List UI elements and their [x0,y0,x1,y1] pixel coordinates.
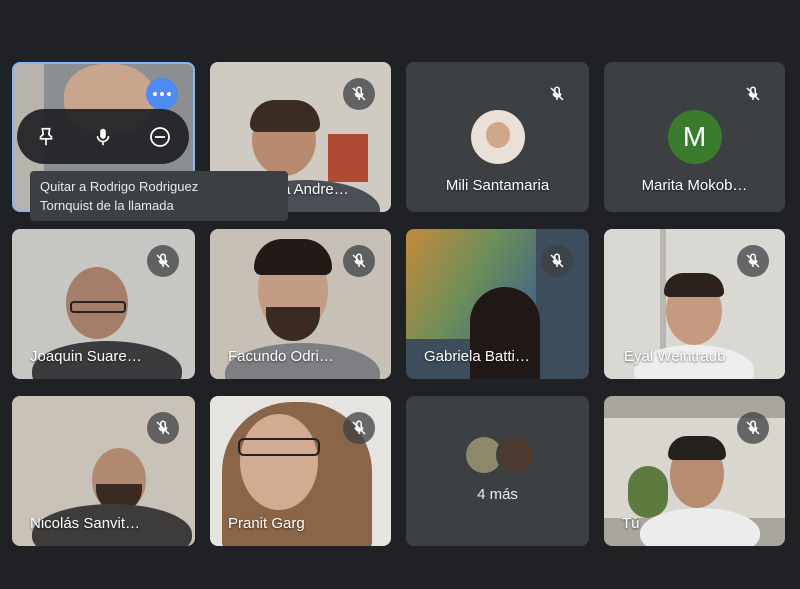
participant-name: Mili Santamaria [445,177,550,194]
mic-off-icon [343,245,375,277]
participant-hair [254,239,332,275]
participant-tile-self[interactable]: Tú [604,396,785,546]
participant-name: Gabriela Batti… [424,348,530,365]
participant-name: a Andre… [282,181,349,198]
participant-name: Nicolás Sanvit… [30,515,141,532]
mic-off-icon [737,245,769,277]
beard [266,307,320,341]
participant-tile-mili[interactable]: Mili Santamaria [406,62,589,212]
tooltip-line: Tornquist de la llamada [40,198,174,213]
participant-tile-facundo[interactable]: Facundo Odri… [210,229,391,379]
participant-tile-gabriela[interactable]: Gabriela Batti… [406,229,589,379]
tile-hover-controls [17,109,189,164]
mic-off-icon [147,245,179,277]
glasses [70,301,126,313]
participant-name: Tú [622,515,640,532]
avatar [470,110,525,164]
participant-tile-marita[interactable]: M Marita Mokob… [604,62,785,212]
mic-off-icon [343,412,375,444]
participant-tile-pranit[interactable]: Pranit Garg [210,396,391,546]
plant [628,466,668,518]
participant-hair [668,436,726,460]
mic-off-icon [147,412,179,444]
remove-participant-tooltip: Quitar a Rodrigo Rodriguez Tornquist de … [30,171,288,221]
participant-tile-nicolas[interactable]: Nicolás Sanvit… [12,396,195,546]
mic-off-icon [541,78,573,110]
participant-name: Joaquin Suare… [30,348,142,365]
overflow-label: 4 más [477,486,518,503]
participant-head [240,414,318,510]
mic-off-icon [541,245,573,277]
tooltip-line: Quitar a Rodrigo Rodriguez [40,179,199,194]
mic-off-icon [737,412,769,444]
avatar: M [667,110,722,164]
participant-name: Pranit Garg [228,515,305,532]
participant-tile-joaquin[interactable]: Joaquin Suare… [12,229,195,379]
pin-icon[interactable] [29,120,63,154]
mic-off-icon [343,78,375,110]
more-dots-icon [153,92,171,96]
participant-name: Facundo Odri… [228,348,334,365]
participant-name: Marita Mokob… [641,177,748,194]
remove-icon[interactable] [143,120,177,154]
participant-hair [470,287,540,379]
participant-name: Eyal Weintraub [624,348,726,365]
participant-tile-eyal[interactable]: Eyal Weintraub [604,229,785,379]
more-options-button[interactable] [146,78,178,110]
glasses [238,438,320,456]
microphone-icon[interactable] [86,120,120,154]
overflow-tile[interactable] [406,396,589,546]
mic-off-icon [737,78,769,110]
wall-art [328,134,368,182]
participant-hair [250,100,320,132]
participant-hair [664,273,724,297]
overflow-avatar [496,435,536,475]
